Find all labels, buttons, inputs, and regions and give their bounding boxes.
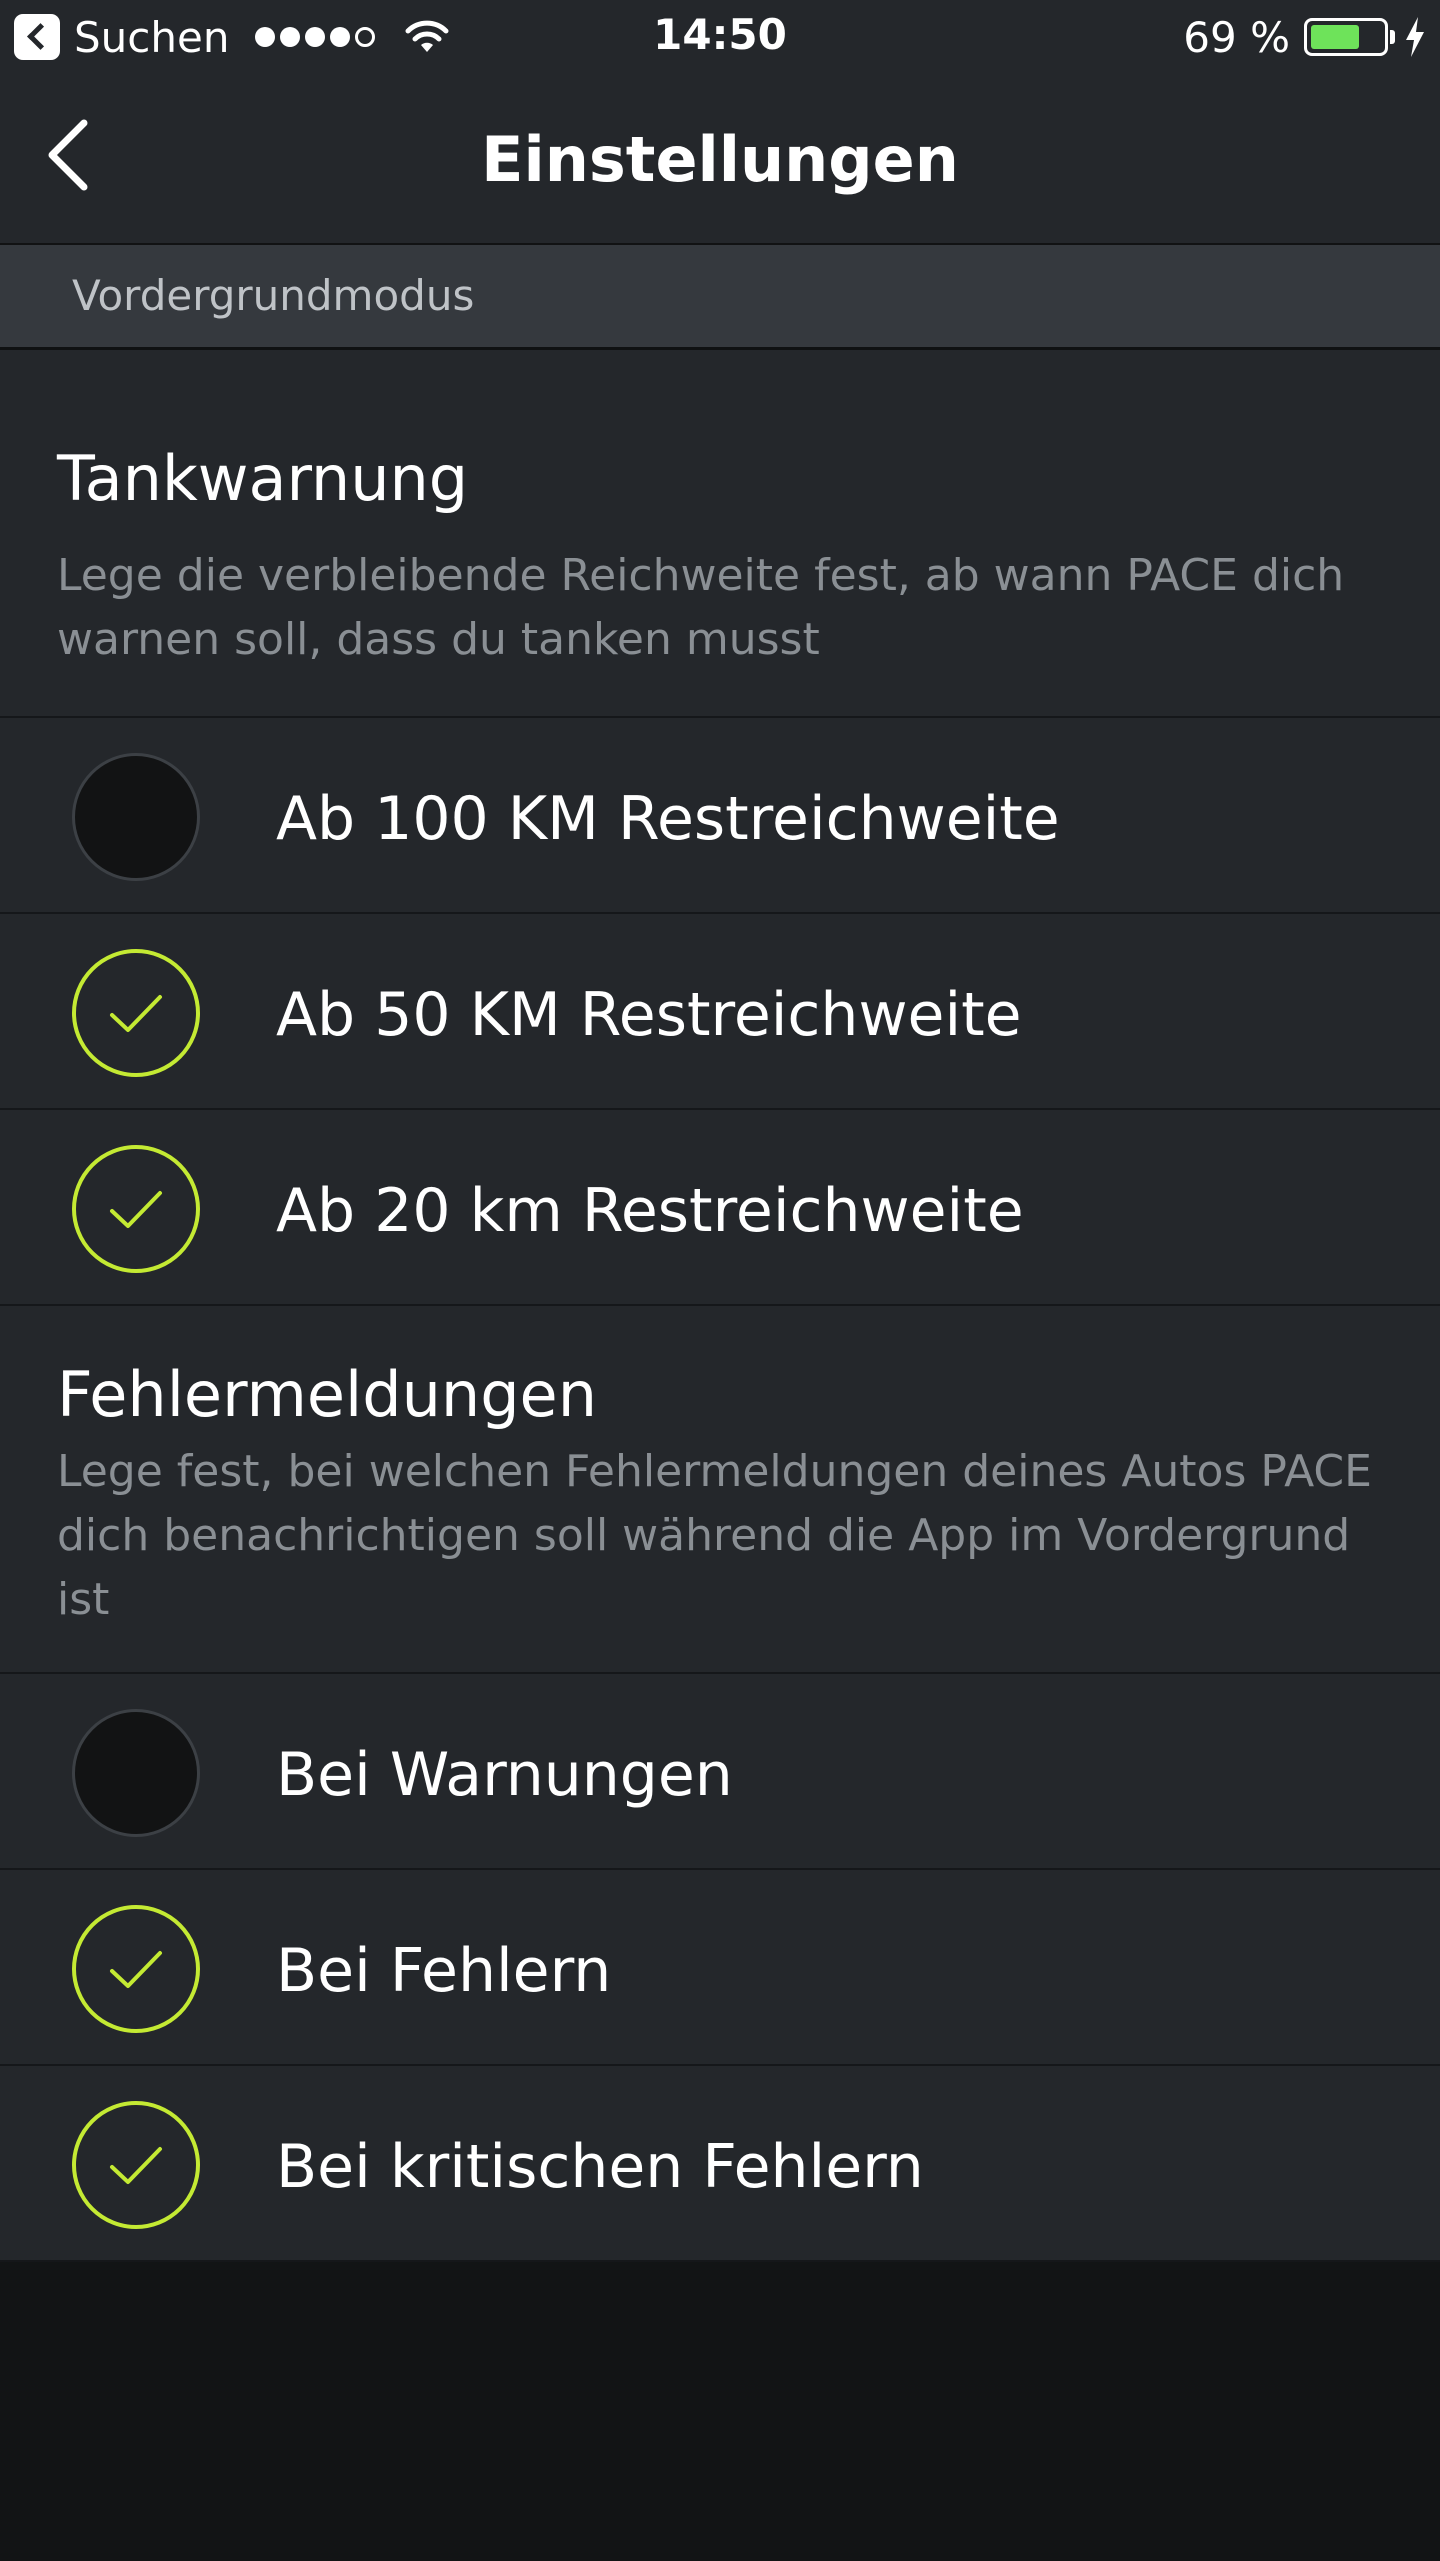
checkmark-circle-icon[interactable] — [72, 2101, 200, 2229]
option-label: Ab 20 km Restreichweite — [276, 1176, 1024, 1246]
status-bar: Suchen 14:50 69 % — [0, 0, 1440, 75]
group-header-fehlermeldungen: Fehlermeldungen Lege fest, bei welchen F… — [0, 1306, 1440, 1674]
battery-icon — [1304, 18, 1395, 56]
option-label: Ab 50 KM Restreichweite — [276, 980, 1022, 1050]
back-arrow-icon — [14, 14, 60, 60]
checkmark-circle-icon[interactable] — [72, 949, 200, 1077]
empty-area — [0, 2262, 1440, 2561]
checkmark-icon — [110, 2147, 162, 2184]
option-row[interactable]: Ab 20 km Restreichweite — [0, 1110, 1440, 1306]
option-label: Ab 100 KM Restreichweite — [276, 784, 1060, 854]
group-description: Lege fest, bei welchen Fehlermeldungen d… — [57, 1446, 1372, 1625]
battery-percent: 69 % — [1183, 12, 1290, 62]
navigation-bar: Einstellungen — [0, 75, 1440, 245]
section-header-label: Vordergrundmodus — [72, 271, 475, 320]
checkmark-icon — [110, 995, 162, 1032]
battery-level-fill — [1311, 25, 1360, 49]
group-description: Lege die verbleibende Reichweite fest, a… — [57, 550, 1345, 665]
option-row[interactable]: Bei Warnungen — [0, 1674, 1440, 1870]
battery-status: 69 % — [1183, 12, 1426, 62]
wifi-icon — [405, 20, 449, 52]
charging-bolt-icon — [1406, 17, 1424, 57]
page-title: Einstellungen — [481, 123, 959, 196]
checkmark-circle-icon[interactable] — [72, 1905, 200, 2033]
option-row[interactable]: Ab 100 KM Restreichweite — [0, 718, 1440, 914]
checkbox-circle-icon[interactable] — [72, 1709, 200, 1837]
group-title: Tankwarnung — [57, 442, 469, 515]
group-title: Fehlermeldungen — [57, 1358, 597, 1431]
checkbox-circle-icon[interactable] — [72, 753, 200, 881]
group-header-tankwarnung: Tankwarnung Lege die verbleibende Reichw… — [0, 350, 1440, 718]
option-label: Bei Warnungen — [276, 1740, 733, 1810]
option-label: Bei kritischen Fehlern — [276, 2132, 924, 2202]
checkmark-icon — [110, 1951, 162, 1988]
signal-strength-icon — [255, 27, 376, 47]
option-row[interactable]: Bei kritischen Fehlern — [0, 2066, 1440, 2262]
option-row[interactable]: Ab 50 KM Restreichweite — [0, 914, 1440, 1110]
section-header: Vordergrundmodus — [0, 245, 1440, 350]
option-label: Bei Fehlern — [276, 1936, 612, 2006]
back-app-label: Suchen — [74, 12, 230, 62]
checkmark-circle-icon[interactable] — [72, 1145, 200, 1273]
checkmark-icon — [110, 1191, 162, 1228]
option-row[interactable]: Bei Fehlern — [0, 1870, 1440, 2066]
back-to-app-button[interactable]: Suchen — [14, 12, 451, 62]
settings-screen: Suchen 14:50 69 % Einstellungen Vordergr… — [0, 0, 1440, 2561]
